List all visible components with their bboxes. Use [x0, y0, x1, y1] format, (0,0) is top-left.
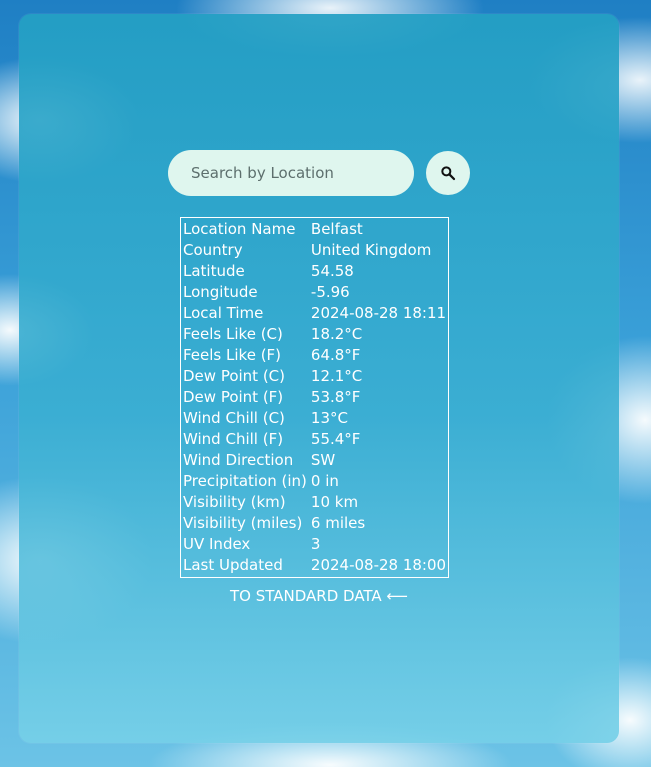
weather-row-label: Latitude [183, 262, 245, 280]
weather-row: Precipitation (in) 0 in [183, 471, 446, 492]
search-icon [441, 166, 456, 181]
weather-row-label: Feels Like (C) [183, 325, 283, 343]
weather-row-label: Wind Chill (C) [183, 409, 285, 427]
weather-row: Wind Direction SW [183, 450, 446, 471]
weather-row: Wind Chill (C) 13°C [183, 408, 446, 429]
weather-row-label: UV Index [183, 535, 251, 553]
weather-row: Latitude 54.58 [183, 261, 446, 282]
weather-row-label: Precipitation (in) [183, 472, 307, 490]
weather-row: Wind Chill (F) 55.4°F [183, 429, 446, 450]
weather-row-label: Feels Like (F) [183, 346, 282, 364]
weather-row-value: SW [310, 451, 336, 469]
search-input[interactable] [168, 150, 414, 196]
weather-row-value: 54.58 [310, 262, 354, 280]
weather-row-value: -5.96 [310, 283, 350, 301]
weather-row-value: 6 miles [310, 514, 366, 532]
weather-row: Feels Like (F) 64.8°F [183, 345, 446, 366]
search-bar [168, 150, 470, 196]
weather-row: Dew Point (C) 12.1°C [183, 366, 446, 387]
weather-row-value: 12.1°C [310, 367, 363, 385]
weather-row: Visibility (miles) 6 miles [183, 513, 446, 534]
weather-row: UV Index 3 [183, 534, 446, 555]
weather-row-value: Belfast [310, 220, 363, 238]
weather-row-label: Local Time [183, 304, 264, 322]
weather-row-label: Dew Point (F) [183, 388, 284, 406]
weather-row-value: 55.4°F [310, 430, 361, 448]
weather-row-label: Location Name [183, 220, 296, 238]
search-button[interactable] [426, 151, 470, 195]
weather-row: Location Name Belfast [183, 219, 446, 240]
weather-details-table: Location Name Belfast Country United Kingdo… [180, 217, 450, 578]
weather-row-value: 3 [310, 535, 321, 553]
weather-row-label: Visibility (km) [183, 493, 286, 511]
weather-row-label: Visibility (miles) [183, 514, 303, 532]
weather-row: Feels Like (C) 18.2°C [183, 324, 446, 345]
weather-row-value: 13°C [310, 409, 348, 427]
weather-row-value: 64.8°F [310, 346, 361, 364]
weather-row-value: 0 in [310, 472, 339, 490]
weather-row: Country United Kingdom [183, 240, 446, 261]
weather-row: Local Time 2024-08-28 18:11 [183, 303, 446, 324]
to-standard-data-link[interactable]: TO STANDARD DATA ⟵ [19, 587, 619, 605]
weather-row-value: 10 km [310, 493, 359, 511]
weather-row: Longitude -5.96 [183, 282, 446, 303]
weather-row-label: Dew Point (C) [183, 367, 286, 385]
weather-row: Last Updated 2024-08-28 18:00 [183, 555, 446, 576]
weather-row: Dew Point (F) 53.8°F [183, 387, 446, 408]
weather-row-label: Wind Chill (F) [183, 430, 284, 448]
weather-row-value: 53.8°F [310, 388, 361, 406]
weather-row-value: 18.2°C [310, 325, 363, 343]
weather-row-label: Longitude [183, 283, 258, 301]
weather-row-label: Wind Direction [183, 451, 294, 469]
weather-row-label: Country [183, 241, 243, 259]
weather-panel: Location Name Belfast Country United Kingdo… [19, 14, 619, 743]
weather-row: Visibility (km) 10 km [183, 492, 446, 513]
weather-row-value: 2024-08-28 18:11 [310, 304, 447, 322]
weather-row-value: United Kingdom [310, 241, 432, 259]
weather-row-value: 2024-08-28 18:00 [310, 556, 447, 574]
weather-row-label: Last Updated [183, 556, 283, 574]
